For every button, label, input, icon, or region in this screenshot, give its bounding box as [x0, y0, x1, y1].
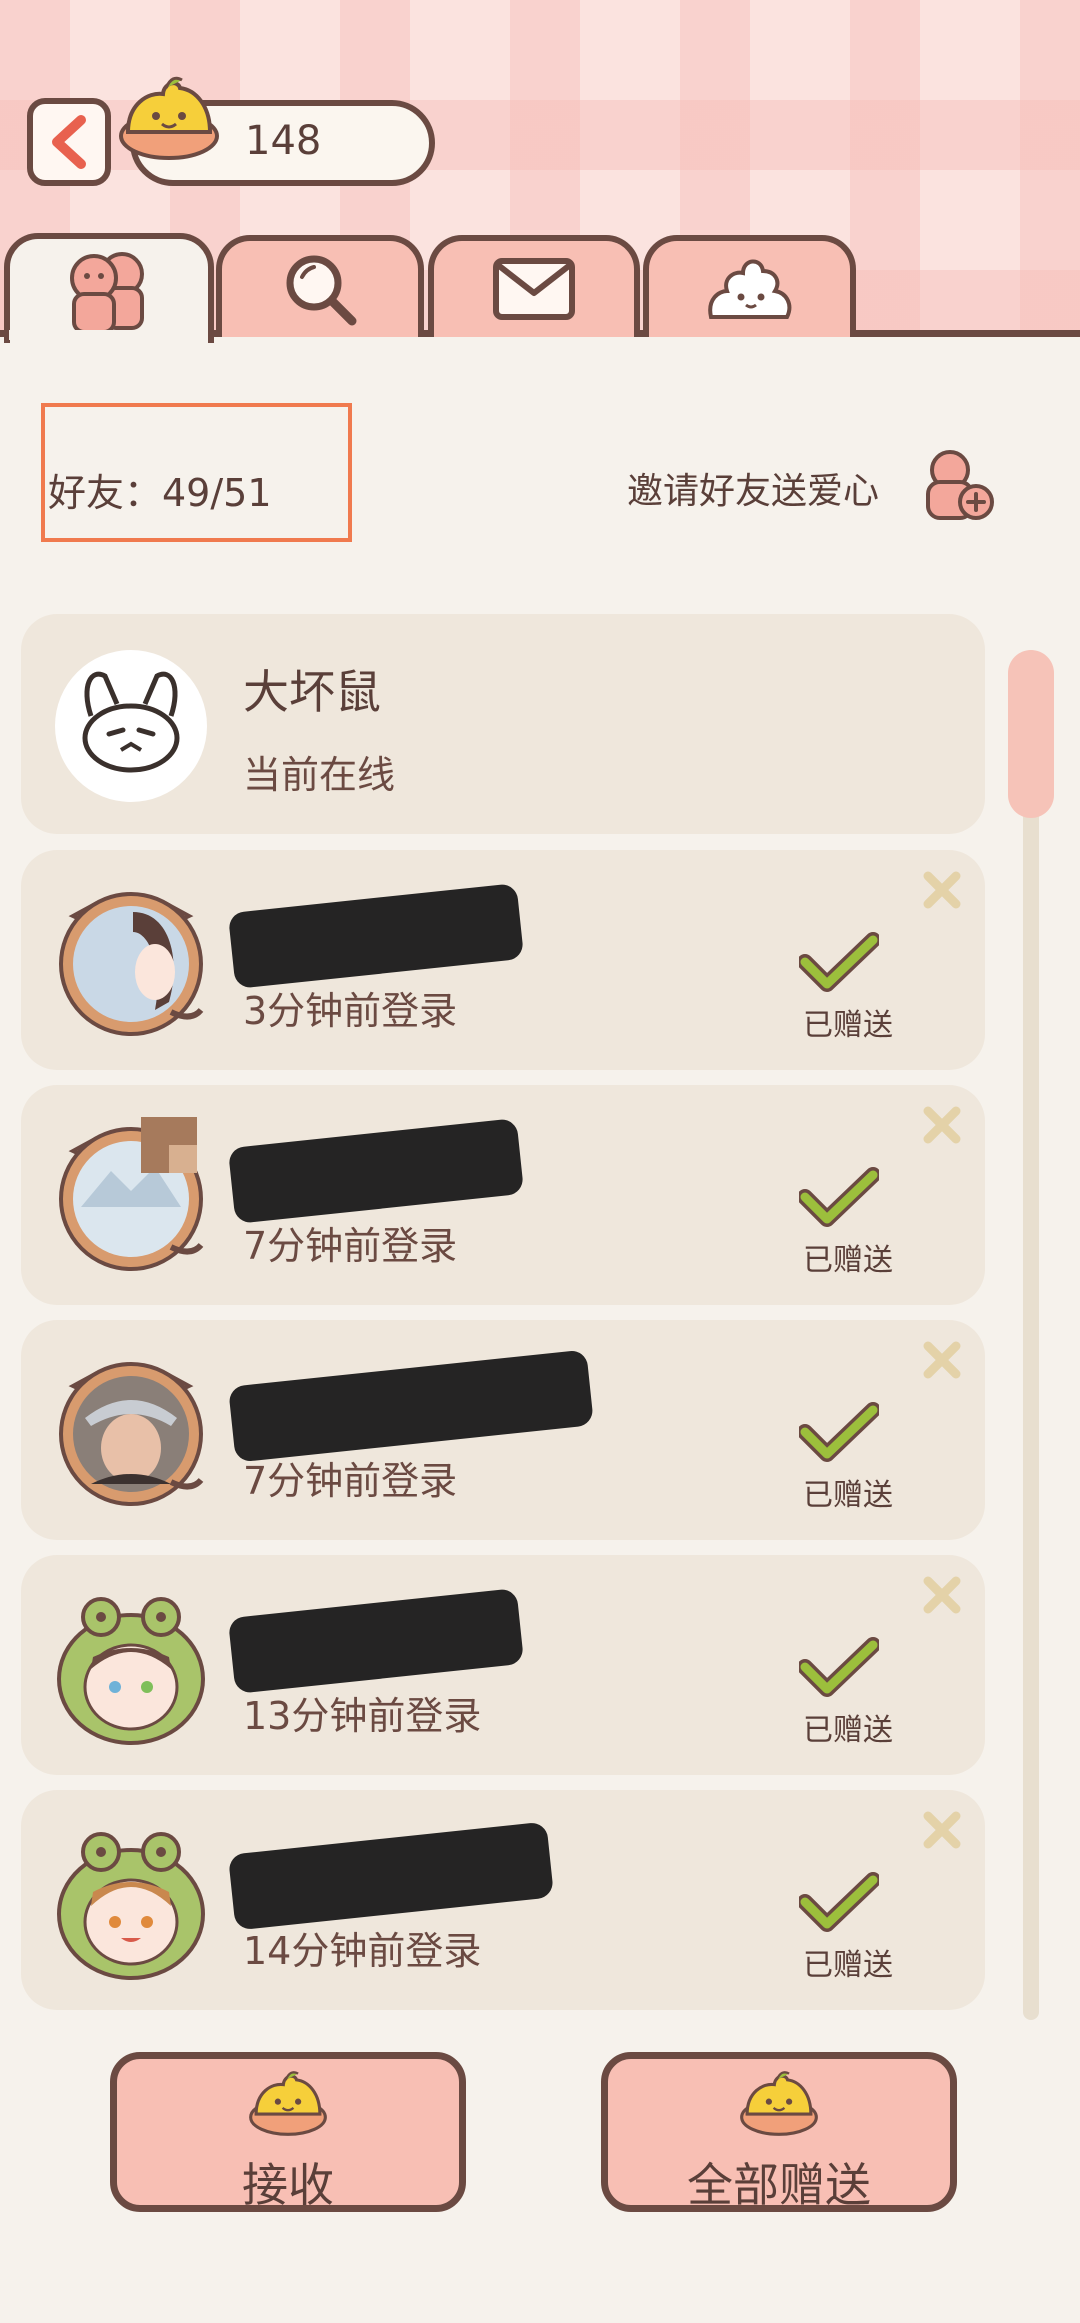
- avatar: [59, 1362, 204, 1506]
- redacted-name: [228, 1349, 594, 1463]
- poop-currency-icon: [740, 2071, 818, 2136]
- tab-mail[interactable]: [428, 235, 640, 337]
- friend-status: 当前在线: [243, 753, 396, 797]
- mail-icon: [493, 258, 575, 320]
- friend-status: 14分钟前登录: [243, 1929, 482, 1973]
- avatar: [59, 1117, 204, 1271]
- avatar: [59, 892, 204, 1036]
- friend-card[interactable]: 7分钟前登录 已赠送: [21, 1085, 985, 1305]
- scrollbar-track[interactable]: [1023, 650, 1039, 2020]
- poop-currency-icon: [119, 76, 219, 160]
- redacted-name: [227, 883, 525, 989]
- friend-card[interactable]: 7分钟前登录 已赠送: [21, 1320, 985, 1540]
- tab-mascot[interactable]: [643, 235, 856, 337]
- receive-label: 接收: [242, 2158, 334, 2212]
- scrollbar-thumb[interactable]: [1008, 650, 1054, 818]
- remove-friend-icon[interactable]: [920, 1103, 964, 1147]
- active-tab-mask: [9, 330, 207, 340]
- sent-label: 已赠送: [803, 1948, 893, 1983]
- friend-card[interactable]: 14分钟前登录 已赠送: [21, 1790, 985, 2010]
- check-icon: [799, 932, 879, 992]
- receive-button[interactable]: 接收: [110, 2052, 466, 2212]
- friend-name: 大坏鼠: [243, 665, 381, 719]
- friend-card[interactable]: 大坏鼠 当前在线: [21, 614, 985, 834]
- remove-friend-icon[interactable]: [920, 868, 964, 912]
- poop-mascot-icon: [707, 259, 791, 319]
- check-icon: [799, 1402, 879, 1462]
- sent-label: 已赠送: [803, 1713, 893, 1748]
- currency-value: 148: [245, 118, 322, 164]
- back-arrow-icon: [52, 115, 86, 169]
- friend-status: 3分钟前登录: [243, 989, 458, 1033]
- remove-friend-icon[interactable]: [920, 1573, 964, 1617]
- redacted-name: [227, 1821, 555, 1931]
- check-icon: [799, 1637, 879, 1697]
- tab-friends[interactable]: [4, 233, 214, 343]
- friend-status: 7分钟前登录: [243, 1224, 458, 1268]
- avatar: [57, 1597, 205, 1745]
- check-icon: [799, 1872, 879, 1932]
- avatar: [55, 650, 207, 802]
- sent-label: 已赠送: [803, 1008, 893, 1043]
- back-button[interactable]: [27, 98, 111, 186]
- friend-card[interactable]: 13分钟前登录 已赠送: [21, 1555, 985, 1775]
- redacted-name: [227, 1118, 525, 1224]
- tab-search[interactable]: [216, 235, 424, 337]
- invite-friends-link[interactable]: 邀请好友送爱心: [627, 462, 879, 514]
- friends-icon: [70, 252, 144, 334]
- friend-card[interactable]: 3分钟前登录 已赠送: [21, 850, 985, 1070]
- poop-currency-icon: [249, 2071, 327, 2136]
- friend-status: 13分钟前登录: [243, 1694, 482, 1738]
- remove-friend-icon[interactable]: [920, 1808, 964, 1852]
- redacted-name: [227, 1588, 525, 1694]
- send-all-button[interactable]: 全部赠送: [601, 2052, 957, 2212]
- invite-friend-icon[interactable]: [920, 448, 996, 522]
- friend-status: 7分钟前登录: [243, 1459, 458, 1503]
- sent-label: 已赠送: [803, 1243, 893, 1278]
- send-all-label: 全部赠送: [687, 2158, 871, 2212]
- check-icon: [799, 1167, 879, 1227]
- avatar: [57, 1832, 205, 1980]
- friend-count: 好友：49/51: [48, 471, 272, 515]
- search-icon: [286, 255, 357, 326]
- sent-label: 已赠送: [803, 1478, 893, 1513]
- remove-friend-icon[interactable]: [920, 1338, 964, 1382]
